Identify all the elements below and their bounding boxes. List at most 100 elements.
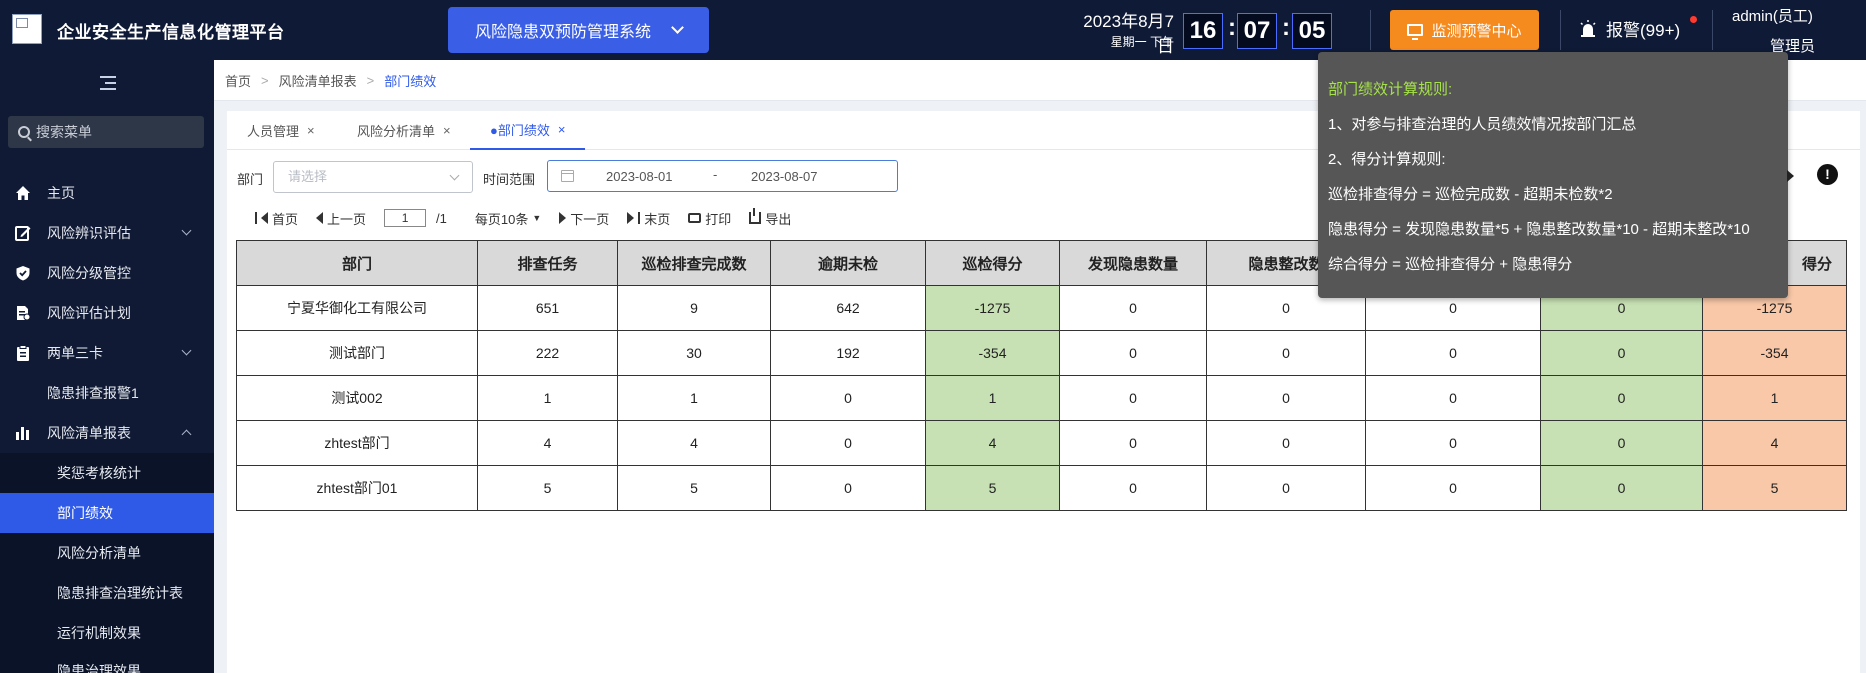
table-cell: 1 [1702, 375, 1847, 421]
chevron-down-icon [671, 21, 684, 34]
table-cell: 4 [925, 420, 1060, 466]
system-select[interactable]: 风险隐患双预防管理系统 [448, 7, 709, 53]
table-cell: 222 [477, 330, 618, 376]
monitor-center-button[interactable]: 监测预警中心 [1390, 10, 1539, 50]
table-cell: 0 [1540, 375, 1703, 421]
clock-minutes: 07 [1237, 13, 1277, 49]
sidebar-item-label: 两单三卡 [47, 345, 103, 361]
last-page-button[interactable]: 末页 [627, 209, 670, 228]
table-cell: 0 [1365, 420, 1541, 466]
close-icon[interactable]: × [558, 122, 566, 137]
page-number-input[interactable]: 1 [384, 209, 427, 227]
shield-icon [16, 266, 30, 281]
next-page-icon [559, 212, 567, 224]
end-date-input[interactable]: 2023-08-07 [751, 169, 818, 184]
table-cell: 0 [770, 375, 926, 421]
next-page-button[interactable]: 下一页 [559, 209, 609, 228]
sidebar-item-mechanism-effect[interactable]: 运行机制效果 [0, 613, 214, 653]
sidebar-item-reward-stats[interactable]: 奖惩考核统计 [0, 453, 214, 493]
sidebar-item-risk-analysis[interactable]: 风险分析清单 [0, 533, 214, 573]
start-date-input[interactable]: 2023-08-01 [606, 169, 673, 184]
sidebar-item-label: 运行机制效果 [57, 625, 141, 641]
menu-search-placeholder: 搜索菜单 [36, 124, 92, 140]
app-title: 企业安全生产信息化管理平台 [57, 23, 285, 42]
printer-icon [688, 213, 702, 223]
tab-risk-analysis[interactable]: 风险分析清单 × [357, 111, 451, 150]
table-cell: 测试部门 [236, 330, 478, 376]
first-page-button[interactable]: 首页 [255, 209, 298, 228]
top-bar: 企业安全生产信息化管理平台 风险隐患双预防管理系统 2023年8月7日 星期一 … [0, 0, 1866, 60]
sidebar-item-label: 隐患排查报警1 [47, 385, 139, 401]
table-cell: 0 [1059, 465, 1207, 511]
sidebar-item-label: 风险分级管控 [47, 265, 131, 281]
sidebar-item-dept-performance[interactable]: 部门绩效 [0, 493, 214, 533]
tooltip-arrow [1787, 170, 1794, 182]
table-cell: 4 [1702, 420, 1847, 466]
help-icon[interactable]: ! [1817, 164, 1838, 185]
doc-icon [17, 306, 31, 321]
sidebar-item-label: 隐患治理效果 [57, 663, 141, 673]
table-cell: 0 [1059, 375, 1207, 421]
sidebar-item-home[interactable]: 主页 [0, 173, 214, 213]
sidebar-item-risk-plan[interactable]: 风险评估计划 [0, 293, 214, 333]
alarm-label: 报警(99+) [1606, 21, 1681, 40]
tab-personnel[interactable]: 人员管理 × [247, 111, 315, 150]
tooltip-line: 隐患得分 = 发现隐患数量*5 + 隐患整改数量*10 - 超期未整改*10 [1328, 221, 1750, 238]
table-cell: 642 [770, 285, 926, 331]
sidebar-item-label: 风险辨识评估 [47, 225, 131, 241]
close-icon[interactable]: × [307, 123, 315, 138]
table-cell: 0 [1540, 420, 1703, 466]
table-cell: 0 [1365, 465, 1541, 511]
tooltip-line: 1、对参与排查治理的人员绩效情况按部门汇总 [1328, 116, 1637, 133]
dept-select-placeholder: 请选择 [288, 169, 328, 184]
menu-collapse-icon[interactable] [100, 76, 116, 90]
breadcrumb-home[interactable]: 首页 [225, 71, 251, 90]
weekday-text: 星期一 下午 [1110, 35, 1174, 49]
sidebar-item-two-lists[interactable]: 两单三卡 [0, 333, 214, 373]
table-cell: 651 [477, 285, 618, 331]
table-cell: 4 [617, 420, 771, 466]
sidebar-item-hazard-alarm[interactable]: 隐患排查报警1 [0, 373, 214, 413]
print-button[interactable]: 打印 [688, 209, 731, 228]
tab-label: 风险分析清单 [357, 124, 436, 139]
col-header: 部门 [236, 240, 478, 286]
table-cell: zhtest部门01 [236, 465, 478, 511]
export-button[interactable]: 导出 [749, 208, 791, 228]
col-header: 逾期未检 [770, 240, 926, 286]
table-cell: -354 [1702, 330, 1847, 376]
table-cell: 4 [477, 420, 618, 466]
menu-search-input[interactable]: 搜索菜单 [8, 116, 204, 148]
table-cell: 5 [925, 465, 1060, 511]
first-page-label: 首页 [272, 211, 299, 227]
table-cell: 5 [1702, 465, 1847, 511]
monitor-icon [1407, 24, 1424, 40]
sidebar: 搜索菜单 主页 风险辨识评估 风险分级管控 风险评估计划 两单三卡 隐患排查报警… [0, 60, 214, 673]
table-cell: 0 [1540, 330, 1703, 376]
table-cell: 30 [617, 330, 771, 376]
table-row: zhtest部门 4 4 0 4 0 0 0 0 4 [236, 420, 1847, 466]
sidebar-item-risk-identify[interactable]: 风险辨识评估 [0, 213, 214, 253]
sidebar-item-risk-grading[interactable]: 风险分级管控 [0, 253, 214, 293]
alarm-button[interactable]: 报警(99+) [1578, 16, 1680, 41]
sidebar-item-hazard-stats[interactable]: 隐患排查治理统计表 [0, 573, 214, 613]
table-cell: zhtest部门 [236, 420, 478, 466]
tab-label: ●部门绩效 [490, 123, 550, 138]
breadcrumb-report[interactable]: 风险清单报表 [279, 71, 357, 90]
page-size-select[interactable]: 每页10条 ▼ [475, 209, 541, 228]
pagination-toolbar: 首页 上一页 1 /1 每页10条 ▼ 下一页 末页 打印 导出 [255, 205, 809, 231]
divider [1560, 10, 1561, 50]
first-page-icon [255, 212, 257, 224]
sidebar-item-label: 隐患排查治理统计表 [57, 585, 183, 601]
prev-page-button[interactable]: 上一页 [316, 209, 366, 228]
date-range-picker[interactable]: 2023-08-01 - 2023-08-07 [547, 160, 898, 192]
col-header: 巡检得分 [925, 240, 1060, 286]
user-name[interactable]: admin(员工) [1732, 5, 1866, 26]
search-icon [18, 126, 30, 138]
close-icon[interactable]: × [443, 123, 451, 138]
sidebar-item-risk-report[interactable]: 风险清单报表 [0, 413, 214, 453]
sidebar-item-hazard-effect[interactable]: 隐患治理效果 [0, 653, 214, 673]
table-cell: 0 [1206, 375, 1366, 421]
export-icon [749, 208, 762, 224]
dept-select[interactable]: 请选择 [273, 161, 473, 193]
tab-dept-performance[interactable]: ●部门绩效 × [470, 111, 586, 150]
